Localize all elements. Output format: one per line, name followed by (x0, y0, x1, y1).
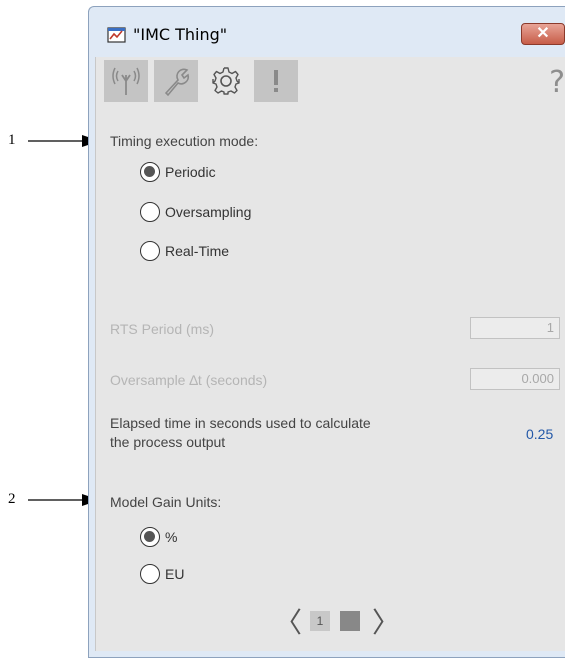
elapsed-label-line2: the process output (110, 434, 226, 450)
gear-icon (212, 67, 240, 95)
radio-label: EU (165, 566, 185, 582)
app-icon (107, 27, 126, 43)
callout-number: 1 (8, 132, 16, 148)
radio-unselected-icon (140, 564, 160, 584)
wrench-icon (164, 68, 190, 97)
rts-period-field: 1 (470, 317, 560, 339)
tab-maintenance[interactable] (154, 60, 198, 102)
close-button[interactable]: ✕ (521, 23, 565, 45)
elapsed-label-line1: Elapsed time in seconds used to calculat… (110, 415, 371, 431)
rts-period-label: RTS Period (ms) (110, 321, 214, 337)
exclamation-icon (274, 70, 278, 92)
radio-selected-icon (140, 527, 160, 547)
page-2-button[interactable]: 2 (340, 611, 360, 631)
page-1-button[interactable]: 1 (310, 611, 330, 631)
page-navigator: 〈 1 2 〉 (266, 601, 416, 641)
title-bar[interactable]: "IMC Thing" ✕ (89, 7, 565, 57)
tab-engineering[interactable] (204, 60, 248, 102)
radio-label: Oversampling (165, 204, 252, 220)
antenna-icon (112, 67, 140, 95)
oversample-label: Oversample ∆t (seconds) (110, 372, 268, 388)
radio-unselected-icon (140, 241, 160, 261)
radio-label: Real-Time (165, 243, 230, 259)
radio-label: % (165, 529, 178, 545)
radio-label: Periodic (165, 164, 216, 180)
window-title: "IMC Thing" (133, 25, 228, 44)
prev-page-icon[interactable]: 〈 (274, 601, 302, 641)
elapsed-value: 0.25 (526, 426, 554, 442)
tab-alarms[interactable] (254, 60, 298, 102)
faceplate-panel: ? Timing execution mode: Periodic Oversa… (95, 57, 565, 651)
oversample-field: 0.000 (470, 368, 560, 390)
next-page-icon[interactable]: 〉 (372, 601, 400, 641)
radio-unselected-icon (140, 202, 160, 222)
radio-selected-icon (140, 162, 160, 182)
help-button[interactable]: ? (549, 65, 565, 100)
timing-mode-heading: Timing execution mode: (110, 133, 259, 149)
tab-operator[interactable] (104, 60, 148, 102)
faceplate-window: "IMC Thing" ✕ ? Timing execution mode: P… (88, 6, 565, 658)
callout-number: 2 (8, 491, 16, 507)
gain-units-heading: Model Gain Units: (110, 494, 222, 510)
